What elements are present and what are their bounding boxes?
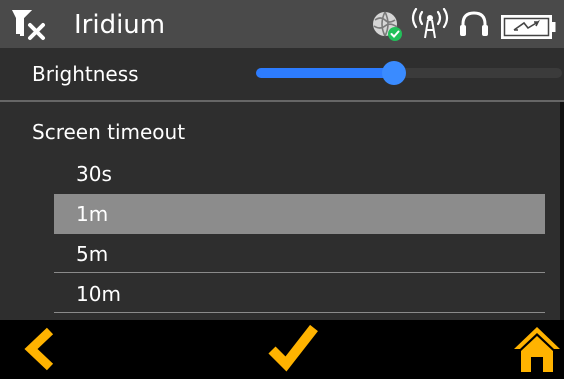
option-label: 10m <box>76 282 121 306</box>
status-bar: Iridium <box>0 0 564 48</box>
screen-timeout-panel: Screen timeout 30s 1m 5m 10m <box>0 102 564 320</box>
battery-icon <box>501 15 556 39</box>
antenna-broadcast-icon <box>411 8 449 39</box>
home-icon[interactable] <box>512 324 562 374</box>
device-title: Iridium <box>74 10 166 40</box>
option-divider <box>54 312 545 313</box>
timeout-option-10m[interactable]: 10m <box>54 274 545 314</box>
timeout-option-1m[interactable]: 1m <box>54 194 545 234</box>
headset-icon <box>460 11 488 36</box>
slider-fill <box>256 68 394 78</box>
confirm-check-icon[interactable] <box>266 320 320 374</box>
option-label: 30s <box>76 162 112 186</box>
globe-check-icon <box>373 11 402 41</box>
option-label: 5m <box>76 242 109 266</box>
timeout-option-30s[interactable]: 30s <box>54 154 545 194</box>
screen-timeout-label: Screen timeout <box>32 120 186 144</box>
brightness-slider[interactable] <box>256 61 562 85</box>
back-chevron-icon[interactable] <box>22 326 56 372</box>
timeout-option-5m[interactable]: 5m <box>54 234 545 274</box>
option-divider <box>54 272 545 273</box>
slider-knob[interactable] <box>381 61 406 85</box>
brightness-label: Brightness <box>32 62 139 86</box>
no-signal-icon <box>12 10 45 40</box>
option-label: 1m <box>76 202 109 226</box>
bottom-nav <box>0 320 564 379</box>
scrollbar[interactable] <box>560 102 564 320</box>
device-screen: Iridium Brightness Screen timeout 30s 1m… <box>0 0 564 379</box>
